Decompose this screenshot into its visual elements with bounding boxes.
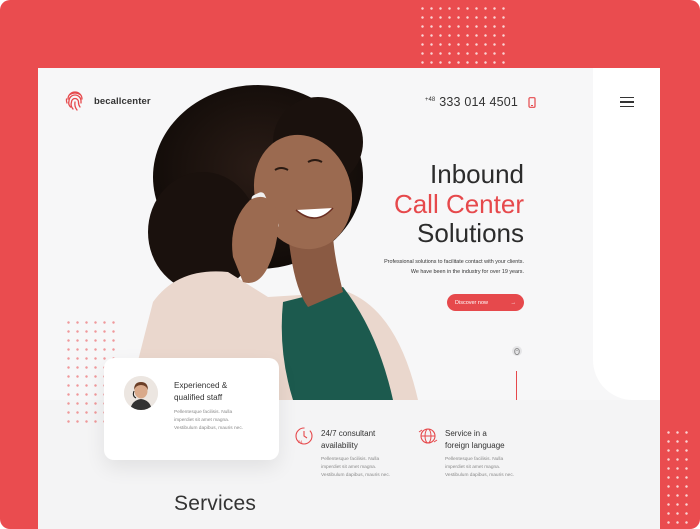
staff-card-text-line3: Vestibulum dapibus, mauris nec. bbox=[174, 425, 244, 431]
hero-subtitle-line1: Professional solutions to facilitate con… bbox=[384, 259, 524, 265]
decorative-dots-top bbox=[418, 4, 510, 64]
feature-1-text-line1: Pellentesque facilisis. Nulla bbox=[321, 457, 380, 462]
feature-1-text: Pellentesque facilisis. Nulla imperdiet … bbox=[321, 456, 421, 480]
landing-page: becallcenter +48 333 014 4501 Inbound Ca… bbox=[38, 68, 660, 529]
hero-subtitle: Professional solutions to facilitate con… bbox=[338, 258, 524, 277]
staff-card-text: Pellentesque facilisis. Nulla imperdiet … bbox=[174, 409, 274, 432]
hero-side-panel bbox=[593, 68, 660, 400]
mouse-icon bbox=[514, 347, 520, 355]
discover-now-button[interactable]: Discover now → bbox=[447, 294, 524, 311]
feature-2-text-line1: Pellentesque facilisis. Nulla bbox=[445, 457, 504, 462]
feature-2-title: Service in a foreign language bbox=[445, 428, 545, 451]
hero-title-line1: Inbound bbox=[430, 159, 524, 189]
fingerprint-icon bbox=[65, 91, 83, 111]
globe-icon bbox=[418, 428, 438, 444]
staff-card-text-line2: imperdiet sit amet magna. bbox=[174, 417, 230, 423]
decorative-dots-right bbox=[664, 428, 694, 528]
services-heading: Services bbox=[174, 492, 257, 515]
feature-1-title-line1: 24/7 consultant bbox=[321, 429, 376, 438]
hamburger-menu-button[interactable] bbox=[620, 97, 634, 107]
mobile-phone-icon bbox=[528, 96, 536, 108]
staff-card-title-line1: Experienced & bbox=[174, 381, 228, 390]
phone-prefix: +48 bbox=[425, 96, 436, 103]
feature-2-title-line1: Service in a bbox=[445, 429, 487, 438]
scroll-down-mouse-icon[interactable] bbox=[512, 346, 522, 356]
hero-title: Inbound Call Center Solutions bbox=[338, 159, 524, 249]
arrow-right-icon: → bbox=[510, 299, 517, 306]
discover-now-label: Discover now bbox=[455, 299, 489, 306]
hero-subtitle-line2: We have been in the industry for over 19… bbox=[410, 268, 524, 275]
experienced-staff-card: Experienced & qualified staff Pellentesq… bbox=[104, 358, 279, 460]
feature-1-text-line2: imperdiet sit amet magna. bbox=[321, 465, 377, 470]
header-phone[interactable]: +48 333 014 4501 bbox=[425, 95, 536, 109]
staff-card-title-line2: qualified staff bbox=[174, 393, 223, 402]
hero-title-line2: Call Center bbox=[393, 188, 524, 219]
feature-2-text-line3: Vestibulum dapibus, mauris nec. bbox=[445, 473, 515, 478]
staff-card-title: Experienced & qualified staff bbox=[174, 380, 274, 404]
hero-title-line3: Solutions bbox=[417, 218, 524, 248]
feature-1-title-line2: availability bbox=[321, 440, 358, 450]
feature-1-title: 24/7 consultant availability bbox=[321, 428, 421, 451]
phone-number: 333 014 4501 bbox=[439, 95, 519, 109]
clock-icon: 24 bbox=[295, 427, 313, 445]
feature-1-text-line3: Vestibulum dapibus, mauris nec. bbox=[321, 473, 391, 478]
feature-2-text: Pellentesque facilisis. Nulla imperdiet … bbox=[445, 456, 545, 480]
staff-card-text-line1: Pellentesque facilisis. Nulla bbox=[174, 410, 233, 415]
feature-2-text-line2: imperdiet sit amet magna. bbox=[445, 465, 501, 470]
feature-2-title-line2: foreign language bbox=[445, 440, 505, 450]
presentation-frame: becallcenter +48 333 014 4501 Inbound Ca… bbox=[0, 0, 700, 529]
consultant-avatar bbox=[124, 376, 158, 410]
scroll-indicator-line bbox=[516, 371, 518, 400]
svg-text:24: 24 bbox=[298, 439, 303, 444]
